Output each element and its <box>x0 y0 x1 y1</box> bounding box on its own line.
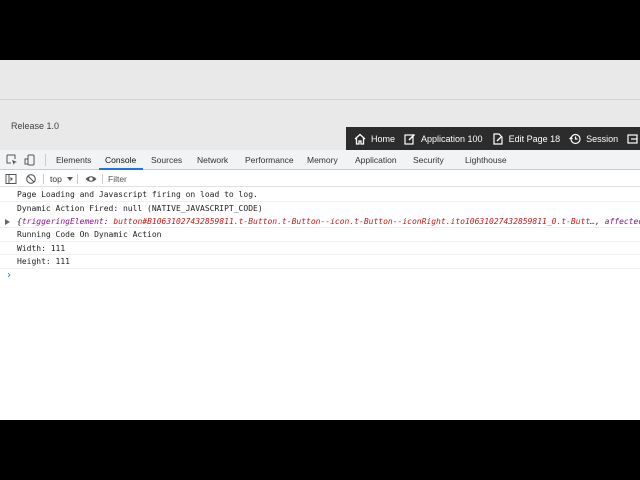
clear-console-icon[interactable] <box>25 173 37 185</box>
tab-application[interactable]: Application <box>355 150 397 170</box>
console-prompt[interactable]: › <box>0 269 640 283</box>
apex-developer-toolbar: Home Application 100 Edit Page 18 Sessio… <box>346 127 640 150</box>
filter-bar-divider <box>102 174 103 184</box>
console-output: Page Loading and Javascript firing on lo… <box>0 188 640 420</box>
tab-network[interactable]: Network <box>197 150 228 170</box>
inspect-element-icon[interactable] <box>6 154 18 166</box>
context-selector[interactable]: top <box>50 171 62 187</box>
home-icon <box>354 133 366 145</box>
filter-bar-divider <box>77 174 78 184</box>
toolbar-session-button[interactable]: Session <box>567 127 625 150</box>
filter-bar-divider <box>43 174 44 184</box>
edit-icon <box>404 133 416 145</box>
object-key: affectedElements <box>604 217 640 226</box>
toolbar-view-debug-button[interactable] <box>625 127 640 150</box>
devtools-tab-bar: Elements Console Sources Network Perform… <box>0 150 640 170</box>
edit-page-icon <box>492 132 503 145</box>
chevron-down-icon[interactable] <box>67 177 73 181</box>
console-log-line: Height: 111 <box>0 255 640 269</box>
active-tab-indicator <box>99 168 143 170</box>
toolbar-edit-page-button[interactable]: Edit Page 18 <box>490 127 568 150</box>
expand-triangle-icon[interactable] <box>5 219 10 225</box>
object-value: button#B10631027432859811.t-Button.t-But… <box>113 217 595 226</box>
console-log-line: Page Loading and Javascript firing on lo… <box>0 188 640 202</box>
toolbar-session-label: Session <box>586 133 619 144</box>
tab-elements[interactable]: Elements <box>56 150 91 170</box>
toolbar-home-label: Home <box>371 133 396 144</box>
toolbar-edit-page-label: Edit Page 18 <box>508 133 561 144</box>
tab-console[interactable]: Console <box>105 150 136 170</box>
console-log-line: Dynamic Action Fired: null (NATIVE_JAVAS… <box>17 203 263 213</box>
toolbar-application-button[interactable]: Application 100 <box>402 127 490 150</box>
tab-sources[interactable]: Sources <box>151 150 182 170</box>
tab-lighthouse[interactable]: Lighthouse <box>465 150 507 170</box>
toolbar-application-label: Application 100 <box>421 133 483 144</box>
live-expression-eye-icon[interactable] <box>85 173 97 185</box>
debug-icon <box>627 133 638 144</box>
device-toolbar-icon[interactable] <box>24 154 36 166</box>
object-key: triggeringElement <box>21 217 104 226</box>
console-filter-bar: top <box>0 171 640 187</box>
console-object-preview[interactable]: {triggeringElement: button#B106310274328… <box>0 215 640 228</box>
console-filter-input[interactable] <box>108 173 638 185</box>
session-icon <box>569 133 581 144</box>
release-label: Release 1.0 <box>11 121 60 131</box>
console-log-line: Running Code On Dynamic Action <box>0 228 640 242</box>
tab-memory[interactable]: Memory <box>307 150 338 170</box>
header-divider <box>0 99 640 100</box>
show-sidebar-icon[interactable] <box>5 173 17 185</box>
toolbar-home-button[interactable]: Home <box>352 127 402 150</box>
tab-security[interactable]: Security <box>413 150 444 170</box>
tab-performance[interactable]: Performance <box>245 150 294 170</box>
console-log-line: Width: 111 <box>0 242 640 255</box>
tab-bar-divider <box>45 154 46 166</box>
chrome-devtools-panel: Elements Console Sources Network Perform… <box>0 150 640 420</box>
